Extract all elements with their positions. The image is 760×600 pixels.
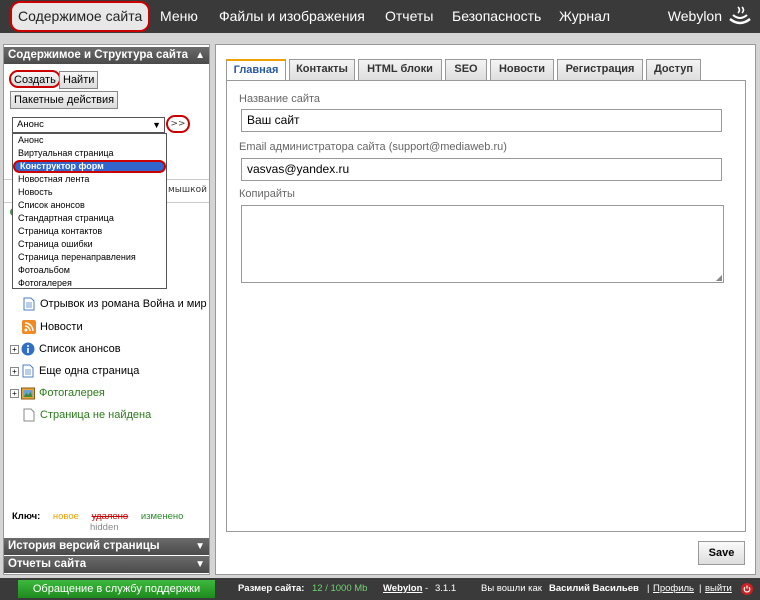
admin-email-field[interactable]: vasvas@yandex.ru [241, 158, 722, 181]
footer: Обращение в службу поддержки Размер сайт… [0, 578, 760, 600]
structure-panel-header[interactable]: Содержимое и Структура сайта ▲ [4, 47, 209, 64]
page-icon [21, 364, 35, 378]
tree-item-label: Список анонсов [39, 343, 121, 355]
page-type-dropdown-list: Анонс Виртуальная страница Конструктор ф… [12, 133, 167, 289]
tab-main[interactable]: Главная [226, 59, 286, 81]
tab-news[interactable]: Новости [490, 59, 554, 80]
info-icon [21, 342, 35, 356]
create-button[interactable]: Создать [9, 70, 61, 88]
reports-panel-title: Отчеты сайта [8, 558, 87, 570]
admin-email-label: Email администратора сайта (support@medi… [239, 141, 507, 153]
tree-item[interactable]: Страница не найдена [22, 406, 151, 424]
tree-item-label: Отрывок из романа Война и мир [40, 298, 207, 310]
expand-icon[interactable]: + [10, 388, 19, 398]
option-photo-gallery[interactable]: Фотогалерея [13, 277, 166, 290]
history-panel-title: История версий страницы [8, 540, 160, 552]
expand-icon[interactable]: + [10, 366, 19, 376]
site-size-label: Размер сайта: [238, 583, 305, 594]
batch-actions-button[interactable]: Пакетные действия [10, 91, 119, 109]
copyright-label: Копирайты [239, 188, 295, 200]
nav-files-images[interactable]: Файлы и изображения [219, 0, 365, 33]
tab-contacts[interactable]: Контакты [289, 59, 355, 80]
power-icon[interactable] [741, 583, 753, 595]
option-error-page[interactable]: Страница ошибки [13, 238, 166, 251]
option-announcement-list[interactable]: Список анонсов [13, 199, 166, 212]
copyright-textarea[interactable]: ◢ [241, 205, 724, 283]
tree-item[interactable]: + Еще одна страница [10, 362, 139, 380]
option-news[interactable]: Новость [13, 186, 166, 199]
logo-text: Webylon [667, 8, 722, 24]
tab-registration[interactable]: Регистрация [557, 59, 643, 80]
go-button[interactable]: >> [166, 115, 190, 133]
dropdown-arrow-icon: ▼ [152, 120, 161, 130]
save-button[interactable]: Save [698, 541, 745, 565]
tab-content: Название сайта Ваш сайт Email администра… [226, 80, 746, 532]
page-type-select-value: Анонс [17, 119, 44, 130]
key-deleted: удалено [91, 511, 129, 522]
option-standard-page[interactable]: Стандартная страница [13, 212, 166, 225]
footer-dash: - [425, 583, 429, 594]
expand-icon[interactable]: ▼ [195, 556, 205, 573]
site-size-value: 12 / 1000 Mb [312, 583, 368, 594]
tree-item[interactable]: Отрывок из романа Война и мир [22, 295, 207, 313]
key-label: Ключ: [12, 511, 41, 522]
collapse-icon[interactable]: ▲ [195, 47, 205, 64]
structure-panel-title: Содержимое и Структура сайта [8, 49, 188, 61]
gallery-icon [21, 386, 35, 400]
webylon-logo-icon [729, 6, 751, 25]
key-changed: изменено [140, 511, 184, 522]
key-new: новое [52, 511, 79, 522]
nav-security[interactable]: Безопасность [452, 0, 541, 33]
site-name-label: Название сайта [239, 93, 321, 105]
option-contacts-page[interactable]: Страница контактов [13, 225, 166, 238]
left-panel: Содержимое и Структура сайта ▲ Создать Н… [3, 44, 210, 575]
version-text: 3.1.1 [435, 583, 457, 594]
tab-seo[interactable]: SEO [445, 59, 487, 80]
separator: | [699, 583, 702, 594]
tree-item[interactable]: + Фотогалерея [10, 384, 105, 402]
tree-item[interactable]: + Список анонсов [10, 340, 121, 358]
reports-panel-header[interactable]: Отчеты сайта ▼ [4, 556, 209, 573]
legend-key: Ключ: новое удалено изменено hidden [12, 511, 184, 533]
tree-item-label: Новости [40, 321, 83, 333]
page-icon [22, 297, 36, 311]
logout-link[interactable]: выйти [705, 578, 732, 600]
blank-page-icon [22, 408, 36, 422]
tab-html-blocks[interactable]: HTML блоки [358, 59, 442, 80]
option-virtual-page[interactable]: Виртуальная страница [13, 147, 166, 160]
option-photo-album[interactable]: Фотоальбом [13, 264, 166, 277]
site-name-field[interactable]: Ваш сайт [241, 109, 722, 132]
page-type-select[interactable]: Анонс ▼ [12, 117, 165, 133]
user-name: Василий Васильев [549, 583, 639, 594]
top-navigation: Содержимое сайта Меню Файлы и изображени… [0, 0, 760, 33]
nav-site-content[interactable]: Содержимое сайта [10, 1, 151, 32]
rss-icon [22, 320, 36, 335]
hint-fragment: мышкой [168, 185, 207, 195]
nav-reports[interactable]: Отчеты [385, 0, 433, 33]
resize-handle-icon[interactable]: ◢ [716, 273, 722, 282]
tree-item[interactable]: Новости [22, 318, 83, 336]
expand-icon[interactable]: + [10, 344, 19, 354]
find-button[interactable]: Найти [59, 71, 99, 89]
tab-access[interactable]: Доступ [646, 59, 701, 80]
tree-item-label: Страница не найдена [40, 409, 152, 421]
support-button[interactable]: Обращение в службу поддержки [18, 580, 215, 598]
option-redirect-page[interactable]: Страница перенаправления [13, 251, 166, 264]
expand-icon[interactable]: ▼ [195, 538, 205, 555]
history-panel-header[interactable]: История версий страницы ▼ [4, 538, 209, 555]
profile-link[interactable]: Профиль [653, 578, 694, 600]
option-news-feed[interactable]: Новостная лента [13, 173, 166, 186]
nav-menu[interactable]: Меню [160, 0, 198, 33]
nav-journal[interactable]: Журнал [559, 0, 610, 33]
key-hidden: hidden [90, 522, 119, 533]
tree-item-label: Еще одна страница [39, 365, 140, 377]
option-announcement[interactable]: Анонс [13, 134, 166, 147]
main-panel: Главная Контакты HTML блоки SEO Новости … [215, 44, 756, 575]
tree-item-label: Фотогалерея [39, 387, 105, 399]
separator: | [647, 583, 650, 594]
option-form-builder[interactable]: Конструктор форм [13, 160, 166, 173]
brand-link[interactable]: Webylon [383, 578, 422, 600]
logged-in-text: Вы вошли как [481, 583, 542, 594]
